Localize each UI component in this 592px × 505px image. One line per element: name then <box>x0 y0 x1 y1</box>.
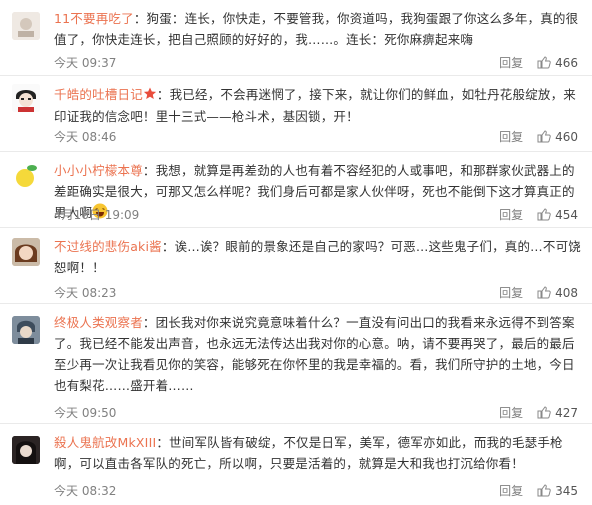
avatar[interactable] <box>12 436 40 464</box>
like-button[interactable]: 408 <box>537 286 578 300</box>
like-button[interactable]: 466 <box>537 56 578 70</box>
comment-time: 今天 09:37 <box>54 56 117 70</box>
thumbs-up-icon <box>537 130 551 143</box>
like-count: 408 <box>555 285 578 300</box>
reply-button[interactable]: 回复 <box>499 206 523 223</box>
comment-item: 小小小柠檬本尊：我想，就算是再差劲的人也有着不容经犯的人或事吧，和那群家伙武器上… <box>0 152 592 228</box>
comment-item: 不过线的悲伤aki酱：诶…诶？眼前的景象还是自己的家吗？可恶…这些鬼子们，真的…… <box>0 228 592 304</box>
avatar[interactable] <box>12 162 40 190</box>
username-link[interactable]: 不过线的悲伤aki酱 <box>54 239 162 254</box>
comment-text: 殺人鬼航改MkXIII：世间军队皆有破绽，不仅是日军，美军，德军亦如此，而我的毛… <box>54 432 582 474</box>
avatar-image <box>12 238 40 266</box>
avatar-image <box>12 162 40 190</box>
reply-button[interactable]: 回复 <box>499 482 523 499</box>
comment-actions: 回复 345 <box>499 482 578 499</box>
like-count: 466 <box>555 55 578 70</box>
comment-actions: 回复 427 <box>499 404 578 421</box>
username-link[interactable]: 千皓的吐槽日记 <box>54 87 143 102</box>
avatar-image <box>12 12 40 40</box>
comment-actions: 回复 408 <box>499 284 578 301</box>
reply-button[interactable]: 回复 <box>499 54 523 71</box>
like-button[interactable]: 345 <box>537 484 578 498</box>
comment-time: 今天 08:46 <box>54 130 117 144</box>
comment-time: 今天 08:23 <box>54 286 117 300</box>
comment-item: 11不要再吃了：狗蛋：连长，你快走，不要管我，你资道吗，我狗蛋跟了你这么多年，真… <box>0 0 592 76</box>
like-button[interactable]: 454 <box>537 208 578 222</box>
avatar[interactable] <box>12 238 40 266</box>
avatar-image <box>12 84 40 112</box>
like-button[interactable]: 460 <box>537 130 578 144</box>
comment-text: 千皓的吐槽日记 ：我已经，不会再迷惘了，接下来，就让你们的鲜血，如牡丹花般绽放，来… <box>54 84 582 127</box>
avatar-image <box>12 436 40 464</box>
comment-item: 殺人鬼航改MkXIII：世间军队皆有破绽，不仅是日军，美军，德军亦如此，而我的毛… <box>0 424 592 505</box>
thumbs-up-icon <box>537 286 551 299</box>
reply-button[interactable]: 回复 <box>499 284 523 301</box>
thumbs-up-icon <box>537 484 551 497</box>
comment-actions: 回复 466 <box>499 54 578 71</box>
like-count: 460 <box>555 129 578 144</box>
comment-actions: 回复 460 <box>499 128 578 145</box>
username-link[interactable]: 殺人鬼航改MkXIII <box>54 435 156 450</box>
like-count: 454 <box>555 207 578 222</box>
like-count: 345 <box>555 483 578 498</box>
comment-actions: 回复 454 <box>499 206 578 223</box>
username-link[interactable]: 11不要再吃了 <box>54 11 134 26</box>
reply-button[interactable]: 回复 <box>499 404 523 421</box>
username-link[interactable]: 小小小柠檬本尊 <box>54 163 143 178</box>
avatar[interactable] <box>12 84 40 112</box>
comment-text: 11不要再吃了：狗蛋：连长，你快走，不要管我，你资道吗，我狗蛋跟了你这么多年，真… <box>54 8 582 50</box>
thumbs-up-icon <box>537 56 551 69</box>
thumbs-up-icon <box>537 208 551 221</box>
avatar[interactable] <box>12 316 40 344</box>
comment-text: 终极人类观察者：团长我对你来说究竟意味着什么？一直没有问出口的我看来永远得不到答… <box>54 312 582 396</box>
comment-item: 终极人类观察者：团长我对你来说究竟意味着什么？一直没有问出口的我看来永远得不到答… <box>0 304 592 424</box>
like-button[interactable]: 427 <box>537 406 578 420</box>
avatar-image <box>12 316 40 344</box>
comment-item: 千皓的吐槽日记 ：我已经，不会再迷惘了，接下来，就让你们的鲜血，如牡丹花般绽放，来… <box>0 76 592 152</box>
star-badge-icon <box>143 85 157 106</box>
comment-time: 今天 09:50 <box>54 406 117 420</box>
comment-time: 4月16日 19:09 <box>54 208 140 222</box>
username-link[interactable]: 终极人类观察者 <box>54 315 143 330</box>
comment-text: 不过线的悲伤aki酱：诶…诶？眼前的景象还是自己的家吗？可恶…这些鬼子们，真的…… <box>54 236 582 278</box>
avatar[interactable] <box>12 12 40 40</box>
like-count: 427 <box>555 405 578 420</box>
thumbs-up-icon <box>537 406 551 419</box>
comment-time: 今天 08:32 <box>54 484 117 498</box>
reply-button[interactable]: 回复 <box>499 128 523 145</box>
